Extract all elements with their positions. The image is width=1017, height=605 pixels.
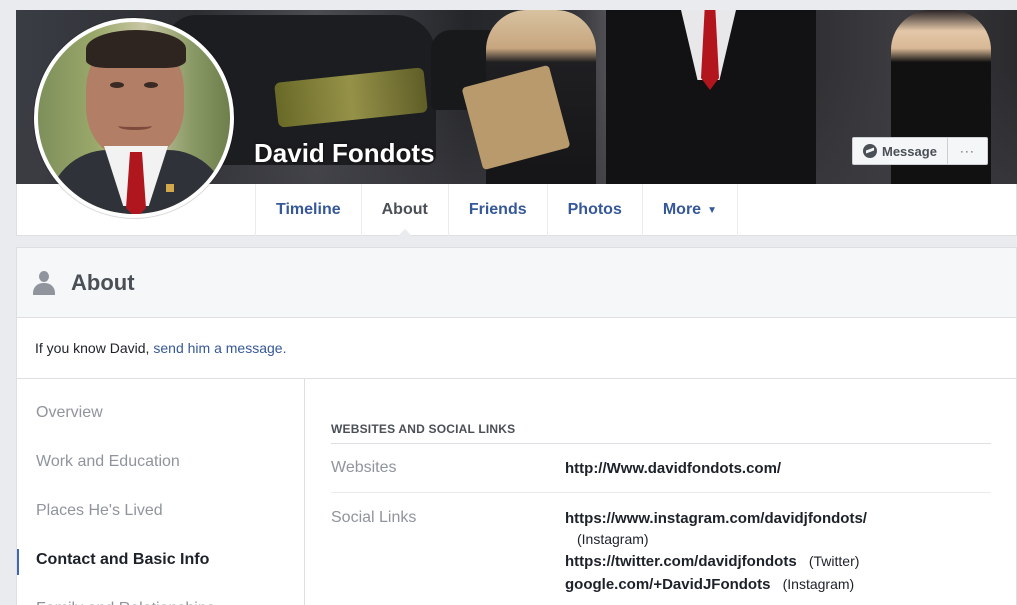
about-card: About If you know David, send him a mess… [16, 247, 1017, 605]
about-content: WEBSITES AND SOCIAL LINKS Websites http:… [331, 379, 991, 595]
about-side-nav: Overview Work and Education Places He's … [17, 379, 305, 605]
side-nav-contact-info[interactable]: Contact and Basic Info [17, 535, 304, 584]
social-link-url[interactable]: https://twitter.com/davidjfondots [565, 553, 797, 570]
social-link-item: https://www.instagram.com/davidjfondots/… [565, 509, 867, 549]
side-nav-family-relationships[interactable]: Family and Relationships [17, 584, 304, 605]
messenger-icon [863, 144, 877, 158]
section-heading: WEBSITES AND SOCIAL LINKS [331, 422, 991, 444]
tab-timeline[interactable]: Timeline [255, 184, 361, 236]
tab-photos[interactable]: Photos [546, 184, 642, 236]
send-message-link[interactable]: send him a message. [153, 340, 286, 356]
contact-prompt: If you know David, send him a message. [17, 318, 1016, 379]
website-link[interactable]: http://Www.davidfondots.com/ [565, 460, 781, 477]
websites-label: Websites [331, 459, 397, 476]
social-links-list: https://www.instagram.com/davidjfondots/… [565, 509, 867, 595]
tab-friends[interactable]: Friends [447, 184, 547, 236]
social-link-source: (Instagram) [577, 531, 649, 547]
side-nav-work-education[interactable]: Work and Education [17, 437, 304, 486]
tab-more-label: More [662, 201, 702, 218]
more-options-button[interactable]: ··· [947, 137, 988, 165]
tab-about[interactable]: About [360, 184, 448, 237]
tab-more[interactable]: More ▼ [641, 184, 738, 236]
profile-name[interactable]: David Fondots [254, 138, 435, 169]
caret-down-icon: ▼ [707, 204, 717, 216]
person-icon [33, 270, 55, 295]
social-link-source: (Instagram) [782, 576, 855, 592]
side-nav-places-lived[interactable]: Places He's Lived [17, 486, 304, 535]
profile-picture[interactable] [34, 18, 234, 218]
side-nav-overview[interactable]: Overview [17, 388, 304, 437]
about-body: Overview Work and Education Places He's … [17, 379, 1016, 605]
contact-prompt-text: If you know David, [35, 340, 150, 356]
social-link-url[interactable]: https://www.instagram.com/davidjfondots/ [565, 510, 867, 527]
social-link-source: (Twitter) [808, 553, 860, 569]
social-link-item: https://twitter.com/davidjfondots (Twitt… [565, 551, 867, 572]
about-title: About [71, 269, 135, 295]
message-button-label: Message [882, 143, 937, 159]
websites-row: Websites http://Www.davidfondots.com/ [331, 444, 991, 493]
social-links-row: Social Links https://www.instagram.com/d… [331, 493, 991, 595]
message-button[interactable]: Message [852, 137, 948, 165]
cover-actions: Message ··· [852, 137, 988, 165]
profile-tabs: Timeline About Friends Photos More ▼ [255, 184, 738, 237]
social-link-url[interactable]: google.com/+DavidJFondots [565, 576, 770, 593]
about-header: About [17, 248, 1016, 318]
social-link-item: google.com/+DavidJFondots (Instagram) [565, 574, 867, 595]
profile-page: David Fondots Message ··· Timeline About… [16, 10, 1017, 605]
social-links-label: Social Links [331, 509, 417, 526]
